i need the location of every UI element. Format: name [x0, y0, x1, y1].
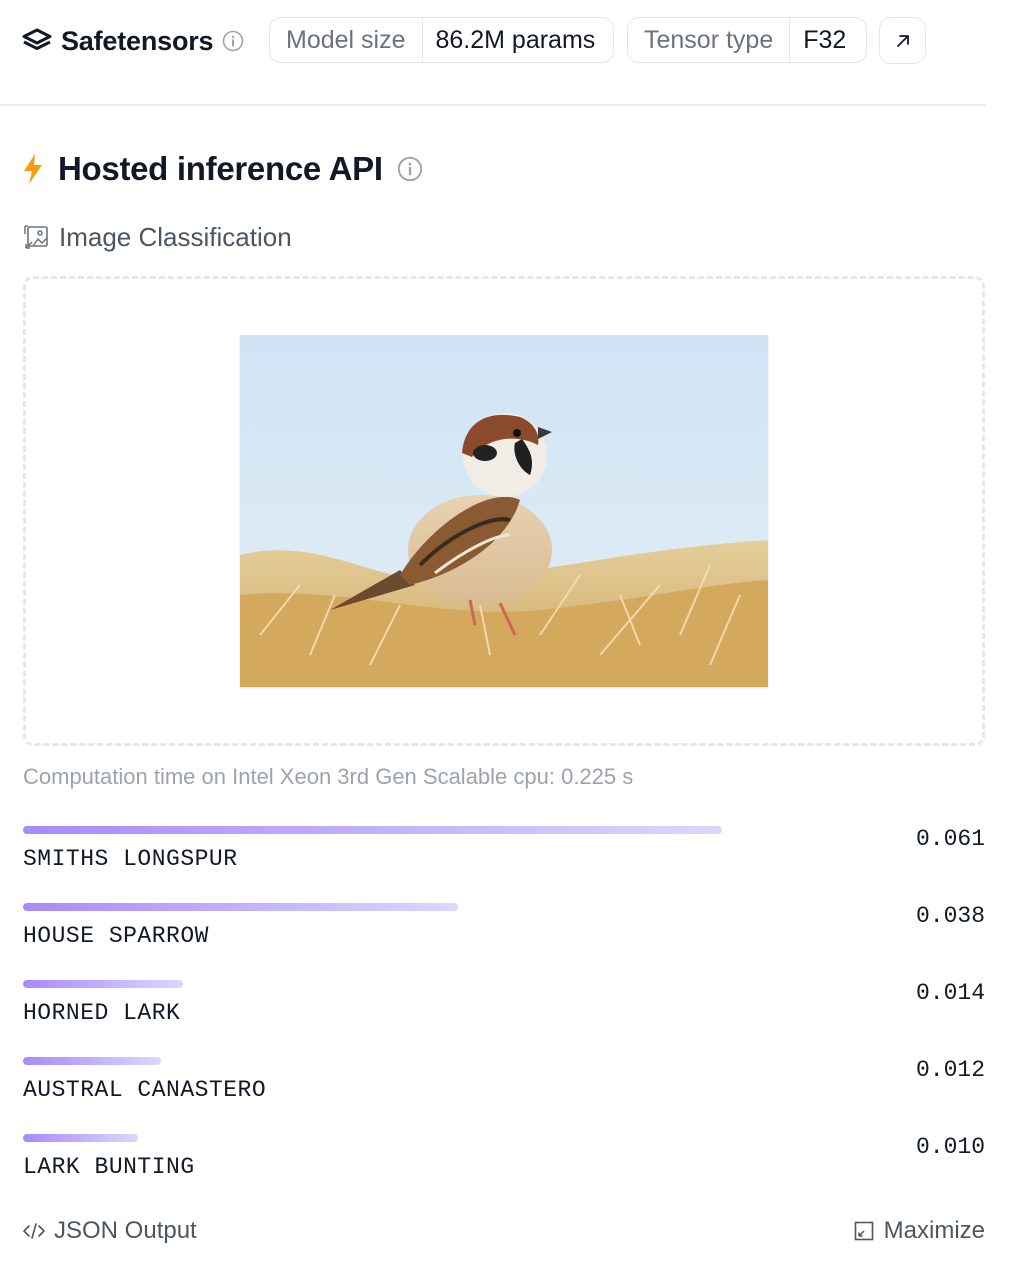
result-score: 0.014	[915, 980, 985, 1006]
score-bar	[23, 1057, 161, 1065]
result-row: HORNED LARK 0.014	[23, 980, 985, 1040]
input-image	[240, 335, 768, 687]
score-bar	[23, 826, 722, 834]
inference-heading: Hosted inference API	[22, 150, 423, 188]
score-bar	[23, 980, 183, 988]
safetensors-header: Safetensors	[22, 16, 244, 66]
maximize-icon	[854, 1221, 873, 1241]
task-label: Image Classification	[59, 222, 292, 252]
model-size-value: 86.2M params	[421, 18, 609, 62]
result-score: 0.061	[915, 826, 985, 852]
result-label: AUSTRAL CANASTERO	[23, 1077, 267, 1103]
result-row: AUSTRAL CANASTERO 0.012	[23, 1057, 985, 1117]
task-type: Image Classification	[24, 222, 292, 253]
model-size-label: Model size	[286, 25, 406, 54]
image-classification-icon	[24, 225, 48, 249]
tensor-type-value: F32	[789, 18, 859, 62]
info-icon[interactable]	[222, 30, 244, 52]
info-icon[interactable]	[397, 156, 423, 182]
result-score: 0.010	[915, 1134, 985, 1160]
json-output-label: JSON Output	[54, 1217, 197, 1244]
external-link-button[interactable]	[879, 17, 926, 64]
section-divider	[0, 104, 986, 106]
result-label: HOUSE SPARROW	[23, 923, 209, 949]
tensor-type-badge: Tensor type F32	[627, 17, 867, 63]
result-score: 0.012	[915, 1057, 985, 1083]
tensor-type-label: Tensor type	[644, 25, 774, 54]
json-output-button[interactable]: JSON Output	[22, 1217, 197, 1245]
code-icon	[23, 1223, 45, 1239]
result-row: HOUSE SPARROW 0.038	[23, 903, 985, 963]
result-label: SMITHS LONGSPUR	[23, 846, 238, 872]
layers-icon	[22, 28, 52, 50]
result-label: LARK BUNTING	[23, 1154, 195, 1180]
score-bar	[23, 1134, 138, 1142]
inference-title: Hosted inference API	[58, 150, 383, 187]
maximize-button[interactable]: Maximize	[854, 1217, 985, 1245]
computation-time: Computation time on Intel Xeon 3rd Gen S…	[23, 764, 634, 789]
result-label: HORNED LARK	[23, 1000, 181, 1026]
safetensors-title: Safetensors	[61, 25, 214, 56]
lightning-icon	[24, 154, 42, 184]
result-row: SMITHS LONGSPUR 0.061	[23, 826, 985, 886]
result-row: LARK BUNTING 0.010	[23, 1134, 985, 1194]
external-link-icon	[896, 34, 909, 47]
result-score: 0.038	[915, 903, 985, 929]
maximize-label: Maximize	[883, 1217, 985, 1244]
model-size-badge: Model size 86.2M params	[269, 17, 614, 63]
score-bar	[23, 903, 458, 911]
safetensors-logo: Safetensors	[22, 26, 244, 57]
